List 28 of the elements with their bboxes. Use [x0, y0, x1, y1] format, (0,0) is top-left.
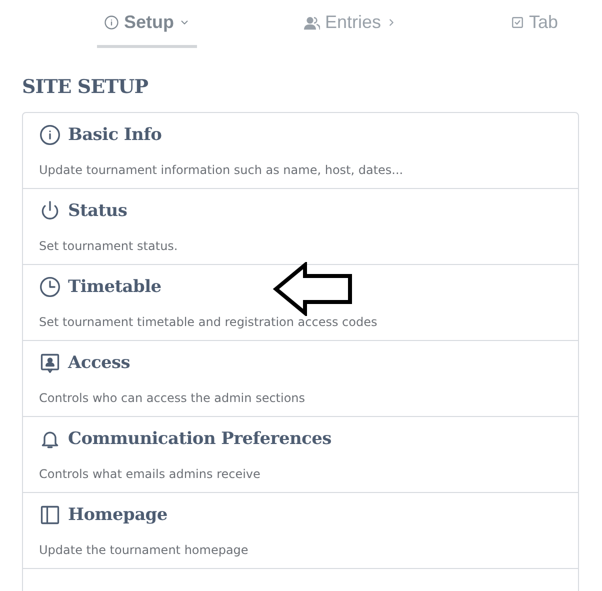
info-icon: [104, 15, 119, 30]
section-title: Access: [68, 353, 130, 373]
settings-row[interactable]: Communication Preferences Controls what emails admins receive: [23, 417, 578, 493]
users-icon: [304, 16, 320, 30]
section-title: Timetable: [68, 277, 162, 297]
checkbox-icon: [511, 16, 524, 29]
section-title: Communication Preferences: [68, 429, 332, 449]
settings-row[interactable]: Basic Info Update tournament information such as name, host, dates...: [23, 113, 578, 189]
settings-row[interactable]: Homepage Update the tournament homepage: [23, 493, 578, 569]
layout-icon: [39, 504, 61, 526]
clock-icon: [39, 276, 61, 298]
settings-row[interactable]: Access Controls who can access the admin sections: [23, 341, 578, 417]
section-description: Controls who can access the admin sections: [39, 391, 306, 405]
section-title: Status: [68, 201, 128, 221]
settings-row[interactable]: Status Set tournament status.: [23, 189, 578, 265]
section-description: Set tournament timetable and registration access codes: [39, 315, 378, 329]
page-heading: SITE SETUP: [22, 76, 148, 98]
info-icon: [39, 124, 61, 146]
section-title: Basic Info: [68, 125, 162, 145]
section-description: Controls what emails admins receive: [39, 467, 262, 481]
contact-icon: [39, 352, 61, 374]
section-description: Update tournament information such as name, host, dates...: [39, 163, 404, 177]
section-title: Homepage: [68, 505, 168, 525]
power-icon: [39, 200, 61, 222]
nav-tab[interactable]: Setup: [97, 0, 198, 48]
section-description: Set tournament status.: [39, 239, 179, 253]
section-description: Update the tournament homepage: [39, 543, 250, 557]
settings-row[interactable]: Timetable Set tournament timetable and registration access codes: [23, 265, 578, 341]
